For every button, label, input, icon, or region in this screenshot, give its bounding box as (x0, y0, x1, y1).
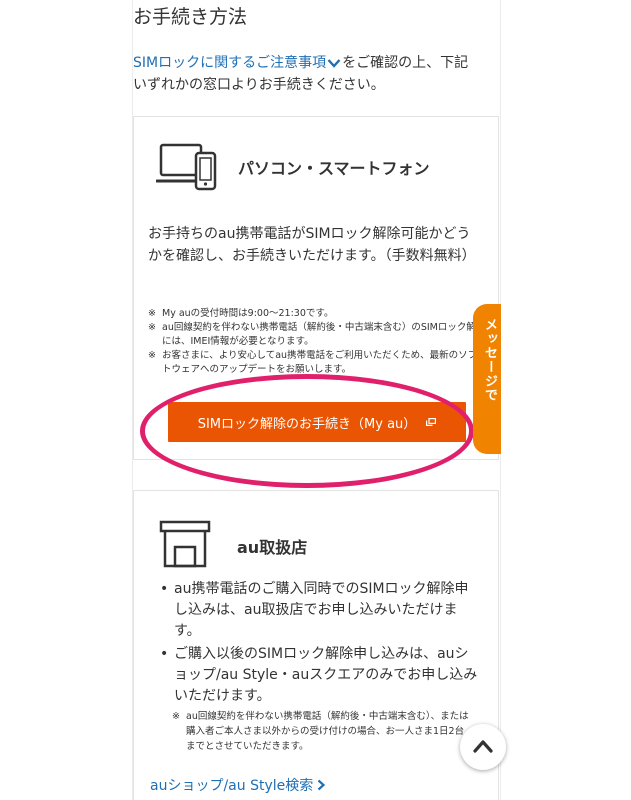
section-title: お手続き方法 (133, 6, 248, 28)
scroll-top-button[interactable] (460, 724, 506, 770)
pc-note-item: ※ au回線契約を伴わない携帯電話（解約後・中古端末含む）のSIMロック解除には、… (148, 321, 486, 349)
pc-note-item: ※ お客さまに、より安心してau携帯電話をご利用いただくため、最新のソフトウェアへ… (148, 349, 486, 377)
sim-lock-notes-link-label: SIMロックに関するご注意事項 (133, 55, 327, 71)
intro-text-after: をご確認の上、下記 (342, 55, 469, 71)
store-bullet-item: au携帯電話のご購入同時でのSIMロック解除申し込みは、au取扱店でお申し込みい… (158, 579, 480, 642)
intro-line2: いずれかの窓口よりお手続きください。 (133, 77, 385, 93)
pc-note-text: お客さまに、より安心してau携帯電話をご利用いただくため、最新のソフトウェアへの… (162, 350, 478, 375)
pc-note-text: au回線契約を伴わない携帯電話（解約後・中古端末含む）のSIMロック解除には、I… (162, 322, 486, 347)
pc-smartphone-icon (156, 143, 217, 191)
message-side-tab-label: メッセージで (482, 318, 497, 402)
note-mark: ※ (148, 308, 156, 319)
pc-smartphone-card: パソコン・スマートフォン お手持ちのau携帯電話がSIMロック解除可能かどうかを… (133, 116, 499, 460)
chevron-right-icon (318, 779, 326, 791)
store-icon (159, 520, 211, 568)
note-mark: ※ (148, 350, 156, 361)
au-shop-search-link[interactable]: auショップ/au Style検索 (150, 775, 326, 795)
message-side-tab[interactable]: メッセージで (473, 304, 501, 454)
intro-text: SIMロックに関するご注意事項 をご確認の上、下記 いずれかの窓口よりお手続きくだ… (133, 52, 503, 96)
pc-note-item: ※ My auの受付時間は9:00～21:30です。 (148, 307, 486, 321)
au-store-card: au取扱店 au携帯電話のご購入同時でのSIMロック解除申し込みは、au取扱店で… (133, 490, 499, 800)
note-mark: ※ (148, 322, 156, 333)
sim-unlock-button-label: SIMロック解除のお手続き（My au） (197, 416, 417, 432)
chevron-down-icon (327, 59, 341, 68)
pc-note-text: My auの受付時間は9:00～21:30です。 (162, 308, 334, 319)
store-note: ※ au回線契約を伴わない携帯電話（解約後・中古端末含む）、または購入者ご本人さ… (172, 709, 472, 754)
store-note-text: au回線契約を伴わない携帯電話（解約後・中古端末含む）、または購入者ご本人さま以… (186, 711, 469, 752)
sim-unlock-myau-button[interactable]: SIMロック解除のお手続き（My au） (168, 402, 466, 442)
note-mark: ※ (172, 711, 180, 722)
pc-smartphone-title: パソコン・スマートフォン (238, 159, 430, 178)
pc-notes-list: ※ My auの受付時間は9:00～21:30です。 ※ au回線契約を伴わない携帯… (148, 307, 486, 377)
sim-lock-notes-link[interactable]: SIMロックに関するご注意事項 (133, 55, 342, 71)
external-link-icon (426, 418, 437, 426)
chevron-up-icon (473, 740, 493, 753)
pc-smartphone-description: お手持ちのau携帯電話がSIMロック解除可能かどうかを確認し、お手続きいただけま… (148, 226, 476, 264)
store-bullet-item: ご購入以後のSIMロック解除申し込みは、auショップ/au Style・auスク… (158, 644, 480, 707)
au-store-title: au取扱店 (237, 538, 308, 557)
store-bullet-list: au携帯電話のご購入同時でのSIMロック解除申し込みは、au取扱店でお申し込みい… (158, 579, 480, 709)
au-shop-search-label: auショップ/au Style検索 (150, 778, 314, 794)
